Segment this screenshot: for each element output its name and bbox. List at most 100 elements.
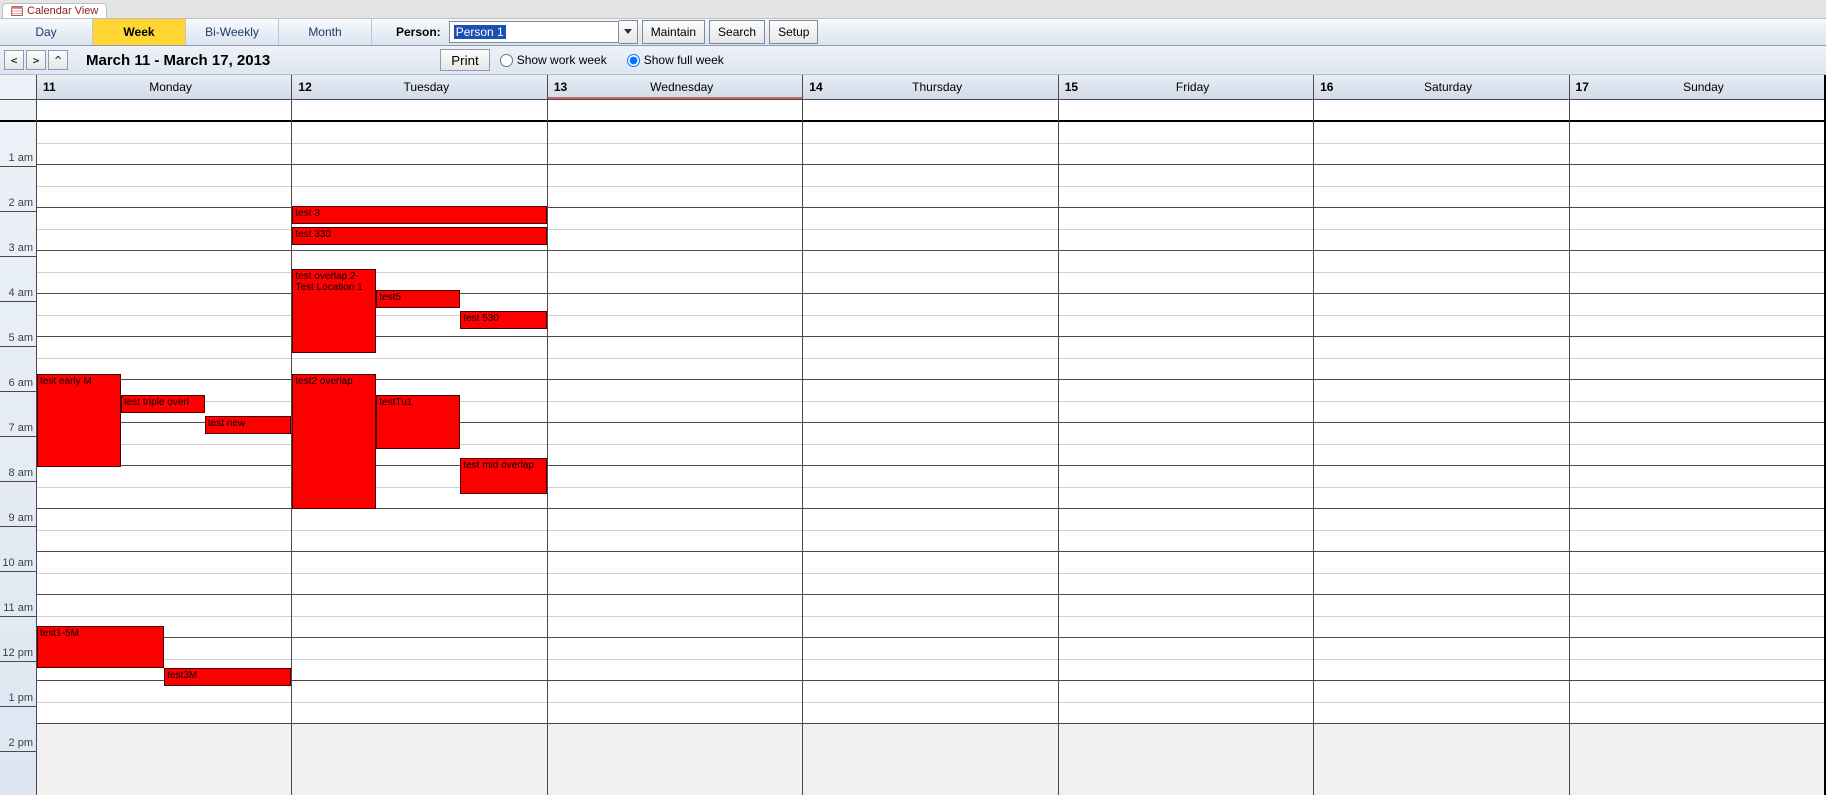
time-slot[interactable]: [292, 165, 546, 208]
time-slot[interactable]: [292, 595, 546, 638]
time-slot[interactable]: [37, 552, 291, 595]
time-slot[interactable]: [803, 337, 1057, 380]
view-month[interactable]: Month: [279, 19, 372, 45]
time-slot[interactable]: [37, 294, 291, 337]
time-slot[interactable]: [1314, 251, 1568, 294]
time-slot[interactable]: [1059, 337, 1313, 380]
time-slot[interactable]: [1314, 466, 1568, 509]
view-week[interactable]: Week: [93, 19, 186, 45]
time-slot[interactable]: [1059, 122, 1313, 165]
time-slot[interactable]: [548, 165, 802, 208]
time-slot[interactable]: [803, 423, 1057, 466]
print-button[interactable]: Print: [440, 49, 489, 71]
time-slot[interactable]: [37, 681, 291, 724]
time-slot[interactable]: [1570, 681, 1824, 724]
time-slot[interactable]: [803, 165, 1057, 208]
time-slot[interactable]: [803, 380, 1057, 423]
calendar-event[interactable]: test 330: [292, 227, 546, 245]
allday-cell[interactable]: [292, 100, 546, 122]
calendar-event[interactable]: test new: [205, 416, 292, 434]
time-slot[interactable]: [1570, 638, 1824, 681]
view-biweekly[interactable]: Bi-Weekly: [186, 19, 279, 45]
allday-cell[interactable]: [803, 100, 1057, 122]
time-slot[interactable]: [1314, 595, 1568, 638]
day-header[interactable]: 15Friday: [1059, 75, 1313, 100]
time-slot[interactable]: [1570, 165, 1824, 208]
time-slot[interactable]: [803, 595, 1057, 638]
time-slot[interactable]: [1570, 294, 1824, 337]
time-slot[interactable]: [803, 251, 1057, 294]
time-slot[interactable]: [548, 423, 802, 466]
calendar-event[interactable]: test2 overlap: [292, 374, 376, 509]
time-slot[interactable]: [292, 552, 546, 595]
time-slot[interactable]: [1570, 208, 1824, 251]
allday-cell[interactable]: [37, 100, 291, 122]
time-slot[interactable]: [803, 466, 1057, 509]
time-slot[interactable]: [1059, 380, 1313, 423]
time-slot[interactable]: [1570, 423, 1824, 466]
time-slot[interactable]: [1314, 208, 1568, 251]
calendar-event[interactable]: test overlap 2- Test Location 1: [292, 269, 376, 353]
view-day[interactable]: Day: [0, 19, 93, 45]
day-header[interactable]: 17Sunday: [1570, 75, 1824, 100]
time-slot[interactable]: [1314, 638, 1568, 681]
time-slot[interactable]: [548, 337, 802, 380]
time-slot[interactable]: [1314, 294, 1568, 337]
time-slot[interactable]: [803, 638, 1057, 681]
radio-work-week[interactable]: Show work week: [500, 53, 607, 67]
time-slot[interactable]: [1059, 552, 1313, 595]
time-slot[interactable]: [1314, 509, 1568, 552]
time-slot[interactable]: [292, 122, 546, 165]
radio-full-week[interactable]: Show full week: [627, 53, 724, 67]
time-slot[interactable]: [1570, 595, 1824, 638]
maintain-button[interactable]: Maintain: [642, 20, 705, 44]
time-slot[interactable]: [1059, 165, 1313, 208]
time-slot[interactable]: [1059, 595, 1313, 638]
time-slot[interactable]: [548, 638, 802, 681]
time-slot[interactable]: [1314, 552, 1568, 595]
day-header[interactable]: 11Monday: [37, 75, 291, 100]
time-slot[interactable]: [548, 294, 802, 337]
time-slot[interactable]: [37, 466, 291, 509]
time-slot[interactable]: [292, 681, 546, 724]
time-slot[interactable]: [548, 595, 802, 638]
next-week-button[interactable]: >: [26, 50, 46, 70]
person-combo[interactable]: Person 1: [449, 21, 619, 43]
time-slot[interactable]: [803, 681, 1057, 724]
time-slot[interactable]: [1570, 337, 1824, 380]
time-slot[interactable]: [292, 638, 546, 681]
time-slot[interactable]: [1570, 466, 1824, 509]
calendar-event[interactable]: test 530: [460, 311, 547, 329]
day-header[interactable]: 12Tuesday: [292, 75, 546, 100]
time-slot[interactable]: [803, 509, 1057, 552]
time-slot[interactable]: [1059, 681, 1313, 724]
time-slot[interactable]: [803, 208, 1057, 251]
time-slot[interactable]: [1570, 552, 1824, 595]
time-slot[interactable]: [548, 552, 802, 595]
time-slot[interactable]: [1314, 681, 1568, 724]
setup-button[interactable]: Setup: [769, 20, 818, 44]
time-slot[interactable]: [292, 509, 546, 552]
calendar-event[interactable]: test mid overlap: [460, 458, 547, 494]
calendar-event[interactable]: testTu1: [376, 395, 460, 449]
time-slot[interactable]: [803, 294, 1057, 337]
person-dropdown-button[interactable]: [619, 20, 638, 44]
time-slot[interactable]: [548, 208, 802, 251]
time-slot[interactable]: [1059, 294, 1313, 337]
day-header[interactable]: 13Wednesday: [548, 75, 802, 100]
time-slot[interactable]: [1314, 337, 1568, 380]
today-button[interactable]: ^: [48, 50, 68, 70]
day-header[interactable]: 16Saturday: [1314, 75, 1568, 100]
time-slot[interactable]: [1314, 423, 1568, 466]
time-slot[interactable]: [1059, 638, 1313, 681]
time-slot[interactable]: [1570, 122, 1824, 165]
calendar-event[interactable]: test early M: [37, 374, 121, 467]
time-slot[interactable]: [1570, 509, 1824, 552]
time-slot[interactable]: [548, 251, 802, 294]
calendar-event[interactable]: test 3: [292, 206, 546, 224]
time-slot[interactable]: [548, 509, 802, 552]
time-slot[interactable]: [37, 122, 291, 165]
time-slot[interactable]: [1570, 380, 1824, 423]
time-slot[interactable]: [1059, 509, 1313, 552]
calendar-event[interactable]: test5: [376, 290, 460, 308]
